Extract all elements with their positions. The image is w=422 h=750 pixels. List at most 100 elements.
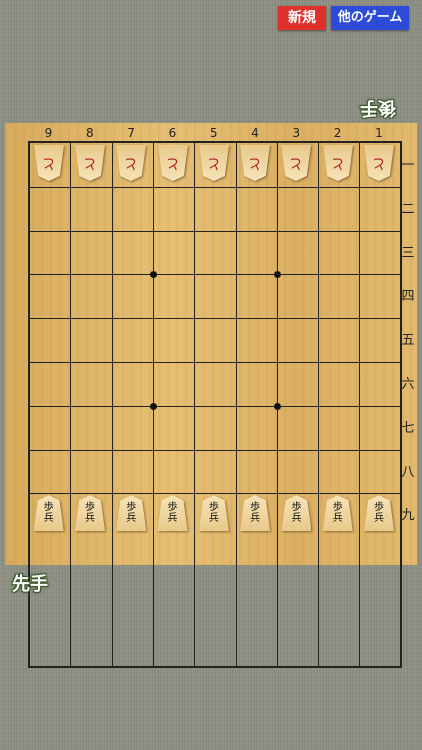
grid-horizontal-line bbox=[30, 318, 400, 320]
row-label: 四 bbox=[401, 289, 415, 305]
gote-pawn-piece[interactable]: と bbox=[364, 145, 394, 181]
piece-face: と bbox=[75, 145, 105, 181]
piece-face: 歩兵 bbox=[281, 495, 312, 532]
grid-vertical-line bbox=[318, 143, 320, 666]
sente-pawn-piece[interactable]: 歩兵 bbox=[322, 495, 353, 532]
piece-face: 歩兵 bbox=[116, 495, 147, 532]
piece-face: 歩兵 bbox=[157, 495, 188, 532]
piece-kanji-bottom: 兵 bbox=[250, 513, 261, 525]
column-label: 9 bbox=[44, 126, 53, 140]
grid-horizontal-line bbox=[30, 449, 400, 451]
sente-pawn-piece[interactable]: 歩兵 bbox=[116, 495, 147, 532]
grid-vertical-line bbox=[111, 143, 113, 666]
row-label: 三 bbox=[401, 245, 415, 261]
piece-kanji-top: 歩 bbox=[250, 502, 261, 514]
column-label: 3 bbox=[292, 126, 301, 140]
gote-pawn-piece[interactable]: と bbox=[240, 145, 270, 181]
piece-kanji-top: 歩 bbox=[291, 502, 302, 514]
grid-horizontal-line bbox=[30, 493, 400, 495]
piece-kanji-top: 歩 bbox=[332, 502, 343, 514]
piece-face: と bbox=[34, 145, 64, 181]
row-label: 九 bbox=[401, 508, 415, 524]
piece-kanji-top: 歩 bbox=[43, 502, 54, 514]
sente-pawn-piece[interactable]: 歩兵 bbox=[364, 495, 395, 532]
piece-face: と bbox=[281, 145, 311, 181]
piece-kanji: と bbox=[289, 154, 304, 171]
other-games-button[interactable]: 他のゲーム bbox=[331, 6, 409, 30]
piece-face: と bbox=[323, 145, 353, 181]
grid-horizontal-line bbox=[30, 186, 400, 188]
piece-kanji: と bbox=[372, 154, 387, 171]
grid-horizontal-line bbox=[30, 230, 400, 232]
piece-kanji: と bbox=[330, 154, 345, 171]
gote-pawn-piece[interactable]: と bbox=[323, 145, 353, 181]
grid-vertical-line bbox=[70, 143, 72, 666]
star-point bbox=[273, 271, 281, 279]
row-label: 二 bbox=[401, 201, 415, 217]
gote-pawn-piece[interactable]: と bbox=[281, 145, 311, 181]
piece-kanji-bottom: 兵 bbox=[374, 513, 385, 525]
row-label: 八 bbox=[401, 464, 415, 480]
gote-player-label: 後手 bbox=[360, 97, 396, 118]
new-game-button[interactable]: 新規 bbox=[278, 6, 326, 30]
piece-kanji-top: 歩 bbox=[126, 502, 137, 514]
sente-player-label: 先手 bbox=[12, 574, 48, 595]
gote-pawn-piece[interactable]: と bbox=[199, 145, 229, 181]
piece-kanji-bottom: 兵 bbox=[332, 513, 343, 525]
grid-vertical-line bbox=[235, 143, 237, 666]
piece-kanji: と bbox=[165, 154, 180, 171]
column-label: 1 bbox=[375, 126, 383, 140]
star-point bbox=[149, 271, 157, 279]
piece-face: と bbox=[199, 145, 229, 181]
sente-pawn-piece[interactable]: 歩兵 bbox=[198, 495, 229, 532]
board-grid bbox=[28, 141, 402, 668]
piece-kanji-bottom: 兵 bbox=[167, 513, 178, 525]
piece-kanji: と bbox=[248, 154, 263, 171]
piece-face: 歩兵 bbox=[33, 495, 64, 532]
piece-face: 歩兵 bbox=[74, 495, 105, 532]
column-label: 7 bbox=[127, 126, 135, 140]
piece-kanji-top: 歩 bbox=[374, 502, 385, 514]
sente-pawn-piece[interactable]: 歩兵 bbox=[74, 495, 105, 532]
piece-face: 歩兵 bbox=[198, 495, 229, 532]
sente-pawn-piece[interactable]: 歩兵 bbox=[281, 495, 312, 532]
sente-pawn-piece[interactable]: 歩兵 bbox=[240, 495, 271, 532]
piece-face: 歩兵 bbox=[322, 495, 353, 532]
gote-pawn-piece[interactable]: と bbox=[75, 145, 105, 181]
piece-face: と bbox=[240, 145, 270, 181]
gote-pawn-piece[interactable]: と bbox=[34, 145, 64, 181]
row-label: 五 bbox=[401, 333, 415, 349]
piece-face: 歩兵 bbox=[240, 495, 271, 532]
piece-kanji: と bbox=[206, 154, 221, 171]
gote-pawn-piece[interactable]: と bbox=[116, 145, 146, 181]
piece-face: と bbox=[364, 145, 394, 181]
star-point bbox=[273, 402, 281, 410]
grid-vertical-line bbox=[194, 143, 196, 666]
star-point bbox=[149, 402, 157, 410]
column-label: 2 bbox=[333, 126, 342, 140]
piece-face: と bbox=[116, 145, 146, 181]
sente-pawn-piece[interactable]: 歩兵 bbox=[157, 495, 188, 532]
grid-horizontal-line bbox=[30, 405, 400, 407]
piece-kanji: と bbox=[124, 154, 139, 171]
row-label: 一 bbox=[401, 157, 415, 173]
gote-pawn-piece[interactable]: と bbox=[158, 145, 188, 181]
grid-horizontal-line bbox=[30, 274, 400, 276]
piece-kanji-bottom: 兵 bbox=[126, 513, 137, 525]
piece-face: 歩兵 bbox=[364, 495, 395, 532]
grid-horizontal-line bbox=[30, 362, 400, 363]
column-label: 8 bbox=[85, 126, 94, 140]
sente-pawn-piece[interactable]: 歩兵 bbox=[33, 495, 64, 532]
piece-kanji: と bbox=[41, 154, 56, 171]
piece-kanji: と bbox=[82, 154, 97, 171]
column-label: 4 bbox=[251, 126, 259, 140]
piece-kanji-bottom: 兵 bbox=[291, 513, 302, 525]
row-label: 七 bbox=[401, 420, 415, 436]
column-label: 5 bbox=[209, 126, 218, 140]
piece-face: と bbox=[158, 145, 188, 181]
piece-kanji-top: 歩 bbox=[167, 502, 178, 514]
column-label: 6 bbox=[168, 126, 177, 140]
piece-kanji-bottom: 兵 bbox=[84, 513, 95, 525]
piece-kanji-bottom: 兵 bbox=[208, 513, 219, 525]
piece-kanji-top: 歩 bbox=[84, 502, 95, 514]
